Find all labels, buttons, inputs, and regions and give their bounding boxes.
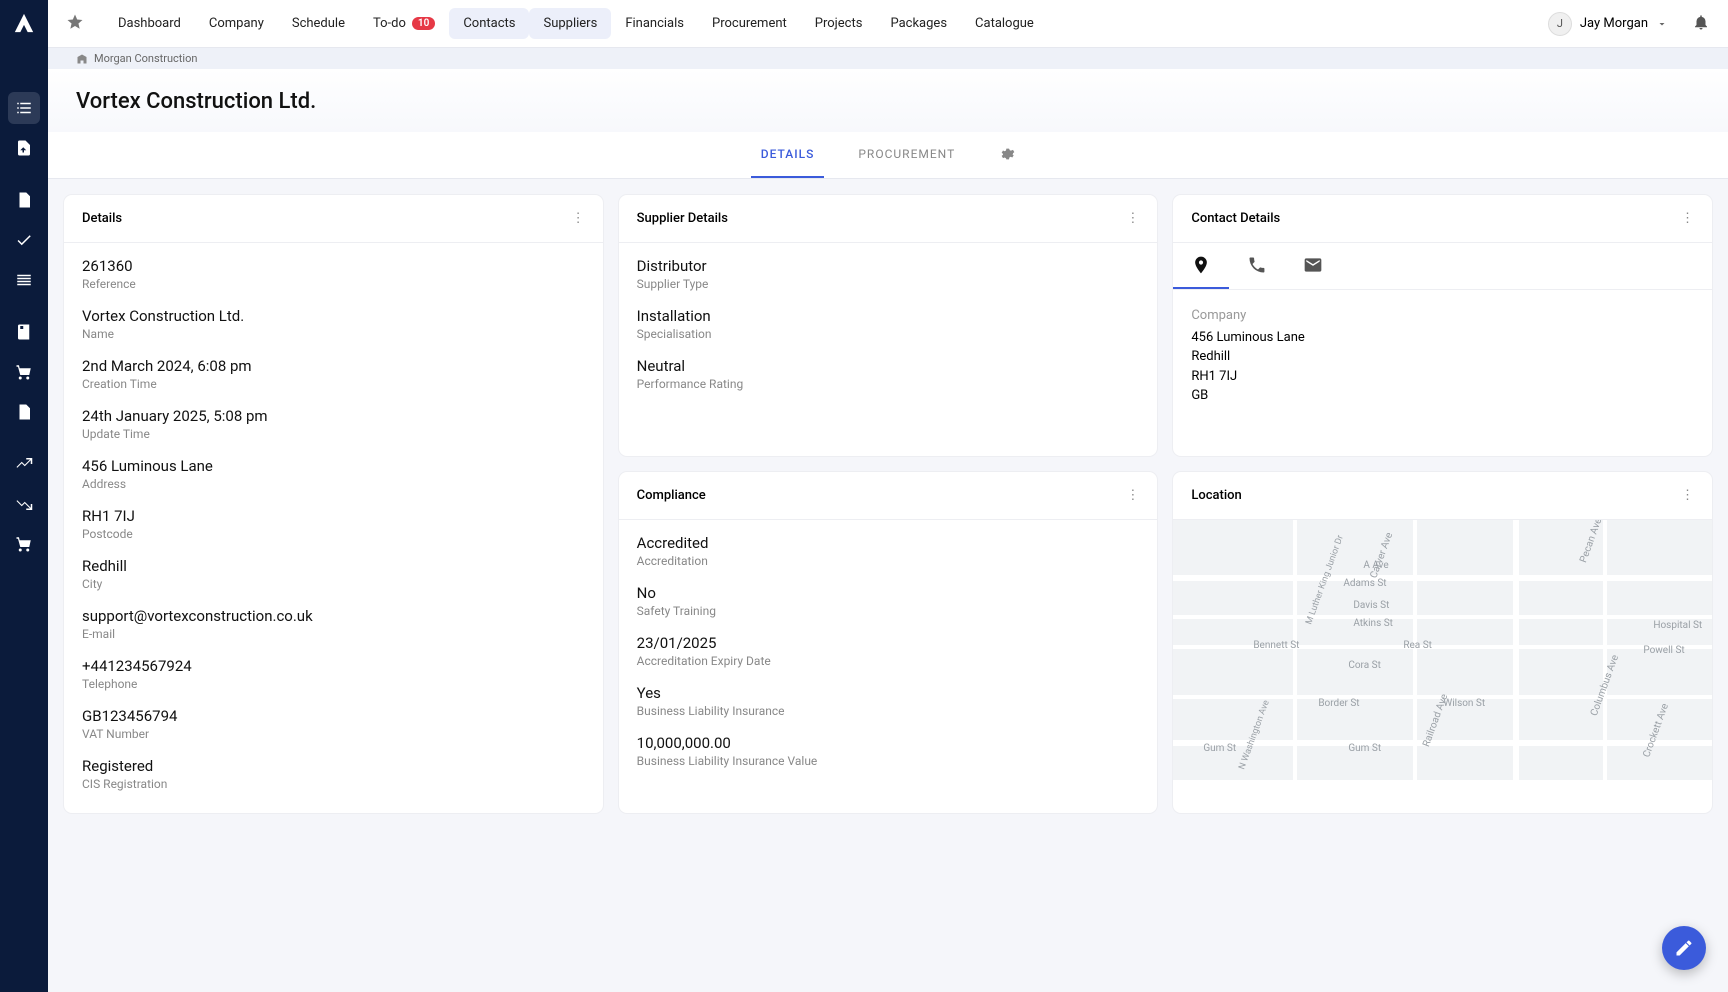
contact-tab-phone[interactable] [1229, 243, 1285, 289]
sidebar-check-icon[interactable] [8, 224, 40, 256]
nav-contacts[interactable]: Contacts [449, 8, 529, 39]
contact-tabs [1173, 243, 1712, 290]
details-card: Details ⋮ 261360Reference Vortex Constru… [64, 195, 603, 813]
page-tab-settings[interactable] [989, 132, 1025, 178]
compliance-card: Compliance ⋮ AccreditedAccreditation NoS… [619, 472, 1158, 813]
location-card-title: Location [1191, 488, 1241, 503]
building-icon [76, 53, 88, 65]
details-address: 456 Luminous Lane [82, 457, 585, 475]
details-more-icon[interactable]: ⋮ [572, 211, 585, 226]
details-postcode: RH1 7IJ [82, 507, 585, 525]
location-card: Location ⋮ A Ave Adams St Davis St Atkin… [1173, 472, 1712, 813]
contact-more-icon[interactable]: ⋮ [1681, 211, 1694, 226]
contact-card-title: Contact Details [1191, 211, 1280, 226]
sidebar-trend-down-icon[interactable] [8, 488, 40, 520]
email-icon [1303, 255, 1323, 275]
details-creation: 2nd March 2024, 6:08 pm [82, 357, 585, 375]
sidebar-document-icon[interactable] [8, 184, 40, 216]
compliance-bli: Yes [637, 684, 1140, 702]
supplier-more-icon[interactable]: ⋮ [1126, 211, 1139, 226]
nav-projects[interactable]: Projects [801, 8, 877, 39]
gear-icon [999, 146, 1015, 162]
location-more-icon[interactable]: ⋮ [1681, 488, 1694, 503]
sidebar-cart2-icon[interactable] [8, 528, 40, 560]
top-nav: Dashboard Company Schedule To-do 10 Cont… [48, 0, 1728, 48]
details-cis: Registered [82, 757, 585, 775]
content-grid: Details ⋮ 261360Reference Vortex Constru… [48, 179, 1728, 992]
user-avatar: J [1548, 12, 1572, 36]
page-title: Vortex Construction Ltd. [76, 89, 1700, 114]
user-menu[interactable]: J Jay Morgan [1548, 12, 1668, 36]
pencil-icon [1674, 938, 1694, 958]
details-card-title: Details [82, 211, 122, 226]
details-reference: 261360 [82, 257, 585, 275]
page-tab-details[interactable]: DETAILS [751, 132, 825, 178]
supplier-specialisation: Installation [637, 307, 1140, 325]
app-sidebar [0, 0, 48, 992]
sidebar-trend-up-icon[interactable] [8, 448, 40, 480]
nav-company[interactable]: Company [195, 8, 278, 39]
app-logo[interactable] [13, 12, 35, 34]
nav-financials[interactable]: Financials [611, 8, 698, 39]
nav-schedule[interactable]: Schedule [278, 8, 359, 39]
location-map[interactable]: A Ave Adams St Davis St Atkins St Bennet… [1173, 520, 1712, 780]
details-vat: GB123456794 [82, 707, 585, 725]
nav-dashboard[interactable]: Dashboard [104, 8, 195, 39]
details-city: Redhill [82, 557, 585, 575]
sidebar-list-icon[interactable] [8, 92, 40, 124]
contact-line1: 456 Luminous Lane [1191, 328, 1694, 348]
supplier-performance: Neutral [637, 357, 1140, 375]
sidebar-page-icon[interactable] [8, 396, 40, 428]
nav-catalogue[interactable]: Catalogue [961, 8, 1048, 39]
nav-todo[interactable]: To-do 10 [359, 8, 449, 39]
todo-badge: 10 [412, 17, 435, 30]
sidebar-upload-icon[interactable] [8, 132, 40, 164]
nav-todo-label: To-do [373, 16, 406, 31]
breadcrumb: Morgan Construction [48, 48, 1728, 69]
breadcrumb-company[interactable]: Morgan Construction [94, 52, 197, 65]
user-name: Jay Morgan [1580, 16, 1648, 31]
contact-tab-email[interactable] [1285, 243, 1341, 289]
contact-line2: Redhill [1191, 347, 1694, 367]
sidebar-book-icon[interactable] [8, 316, 40, 348]
compliance-more-icon[interactable]: ⋮ [1126, 488, 1139, 503]
supplier-card-title: Supplier Details [637, 211, 728, 226]
phone-icon [1247, 255, 1267, 275]
edit-fab[interactable] [1662, 926, 1706, 970]
compliance-accreditation: Accredited [637, 534, 1140, 552]
compliance-card-title: Compliance [637, 488, 706, 503]
chevron-down-icon [1656, 18, 1668, 30]
contact-tab-location[interactable] [1173, 243, 1229, 289]
notifications-icon[interactable] [1692, 13, 1710, 35]
contact-label: Company [1191, 306, 1694, 326]
nav-items: Dashboard Company Schedule To-do 10 Cont… [104, 8, 1048, 39]
location-icon [1191, 255, 1211, 275]
page-tab-procurement[interactable]: PROCUREMENT [848, 132, 965, 178]
compliance-bliv: 10,000,000.00 [637, 734, 1140, 752]
details-telephone: +441234567924 [82, 657, 585, 675]
contact-line3: RH1 7IJ [1191, 367, 1694, 387]
star-icon[interactable] [66, 13, 84, 35]
details-email: support@vortexconstruction.co.uk [82, 607, 585, 625]
details-name: Vortex Construction Ltd. [82, 307, 585, 325]
supplier-type: Distributor [637, 257, 1140, 275]
sidebar-cart-icon[interactable] [8, 356, 40, 388]
contact-line4: GB [1191, 386, 1694, 406]
nav-packages[interactable]: Packages [876, 8, 961, 39]
nav-procurement[interactable]: Procurement [698, 8, 801, 39]
details-update: 24th January 2025, 5:08 pm [82, 407, 585, 425]
compliance-safety: No [637, 584, 1140, 602]
compliance-expiry: 23/01/2025 [637, 634, 1140, 652]
nav-suppliers[interactable]: Suppliers [529, 8, 611, 39]
contact-card: Contact Details ⋮ Company 456 Luminous L… [1173, 195, 1712, 456]
sidebar-lines-icon[interactable] [8, 264, 40, 296]
page-tabs: DETAILS PROCUREMENT [751, 132, 1025, 178]
supplier-card: Supplier Details ⋮ DistributorSupplier T… [619, 195, 1158, 456]
